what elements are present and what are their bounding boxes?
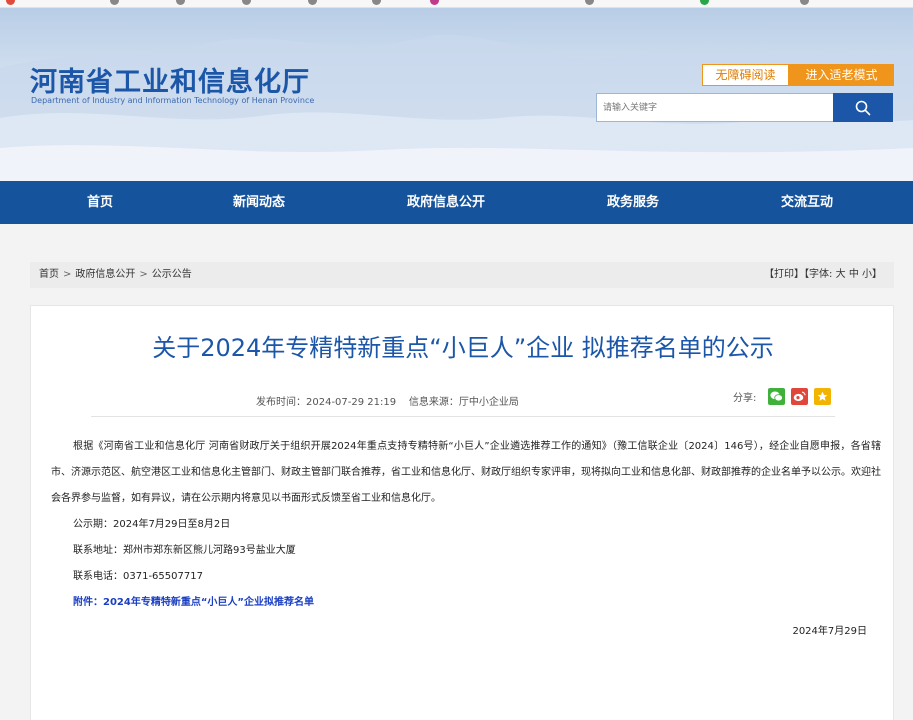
- wechat-icon: [770, 391, 784, 402]
- notice-period: 公示期：2024年7月29日至8月2日: [73, 519, 231, 530]
- font-small-button[interactable]: 小】: [862, 269, 882, 280]
- font-medium-button[interactable]: 中: [849, 269, 859, 280]
- font-size-label: 【字体:: [804, 269, 833, 280]
- nav-item-services[interactable]: 政务服务: [607, 181, 659, 224]
- nav-item-home[interactable]: 首页: [87, 181, 113, 224]
- print-button[interactable]: 【打印】: [764, 269, 804, 280]
- meta-divider: [91, 416, 835, 417]
- nav-item-gov-info[interactable]: 政府信息公开: [407, 181, 485, 224]
- publish-time: 发布时间：2024-07-29 21:19: [256, 397, 397, 408]
- bookmark-item[interactable]: [700, 0, 709, 7]
- bookmark-item[interactable]: [176, 0, 185, 7]
- share-label: 分享:: [733, 393, 757, 404]
- article-paragraph: 根据《河南省工业和信息化厅 河南省财政厅关于组织开展2024年重点支持专精特新“…: [51, 441, 881, 504]
- bookmark-item[interactable]: [6, 0, 15, 7]
- nav-item-interaction[interactable]: 交流互动: [781, 181, 833, 224]
- bookmark-item[interactable]: [430, 0, 439, 7]
- site-subtitle: Department of Industry and Information T…: [31, 96, 315, 105]
- site-title[interactable]: 河南省工业和信息化厅: [30, 60, 310, 99]
- breadcrumb-link-home[interactable]: 首页: [39, 269, 59, 280]
- site-header: 河南省工业和信息化厅 Department of Industry and In…: [0, 8, 913, 181]
- bookmark-item[interactable]: [110, 0, 119, 7]
- attachment-link[interactable]: 附件：2024年专精特新重点“小巨人”企业拟推荐名单: [51, 590, 881, 616]
- search-icon: [855, 100, 871, 115]
- weibo-icon: [794, 391, 806, 402]
- bookmark-item[interactable]: [308, 0, 317, 7]
- wechat-share-button[interactable]: [768, 388, 786, 405]
- star-icon: [817, 391, 828, 401]
- share-bar: 分享:: [733, 388, 837, 405]
- weibo-share-button[interactable]: [791, 388, 809, 405]
- search-input[interactable]: [596, 93, 833, 122]
- bookmarks-bar: [0, 0, 913, 8]
- article-body: 根据《河南省工业和信息化厅 河南省财政厅关于组织开展2024年重点支持专精特新“…: [51, 434, 881, 645]
- breadcrumb-separator: >: [63, 269, 72, 280]
- nav-item-news[interactable]: 新闻动态: [233, 181, 285, 224]
- breadcrumb-separator: >: [139, 269, 148, 280]
- page-tools: 【打印】【字体: 大 中 小】: [764, 262, 882, 288]
- breadcrumb-bar: 首页 > 政府信息公开 > 公示公告 【打印】【字体: 大 中 小】: [30, 262, 894, 288]
- bookmark-item[interactable]: [242, 0, 251, 7]
- elder-mode-button[interactable]: 进入适老模式: [789, 64, 894, 86]
- font-large-button[interactable]: 大: [836, 269, 846, 280]
- article-source: 信息来源：厅中小企业局: [408, 397, 519, 408]
- breadcrumb-link-gov-info[interactable]: 政府信息公开: [75, 269, 135, 280]
- accessibility-button[interactable]: 无障碍阅读: [702, 64, 789, 86]
- favorite-share-button[interactable]: [814, 388, 832, 405]
- bookmark-item[interactable]: [585, 0, 594, 7]
- bookmark-item[interactable]: [372, 0, 381, 7]
- breadcrumb: 首页 > 政府信息公开 > 公示公告: [39, 262, 192, 288]
- contact-address: 联系地址：郑州市郑东新区熊儿河路93号盐业大厦: [73, 545, 296, 556]
- search-box: [596, 93, 893, 122]
- contact-phone: 联系电话：0371-65507717: [73, 571, 203, 582]
- search-button[interactable]: [833, 93, 893, 122]
- main-nav: 首页 新闻动态 政府信息公开 政务服务 交流互动: [0, 181, 913, 224]
- bookmark-item[interactable]: [800, 0, 809, 7]
- article-meta: 发布时间：2024-07-29 21:19 信息来源：厅中小企业局: [256, 393, 519, 408]
- breadcrumb-link-notices[interactable]: 公示公告: [152, 269, 192, 280]
- article-card: 关于2024年专精特新重点“小巨人”企业 拟推荐名单的公示 发布时间：2024-…: [30, 305, 894, 720]
- article-title: 关于2024年专精特新重点“小巨人”企业 拟推荐名单的公示: [152, 334, 774, 362]
- sign-date: 2024年7月29日: [792, 626, 867, 637]
